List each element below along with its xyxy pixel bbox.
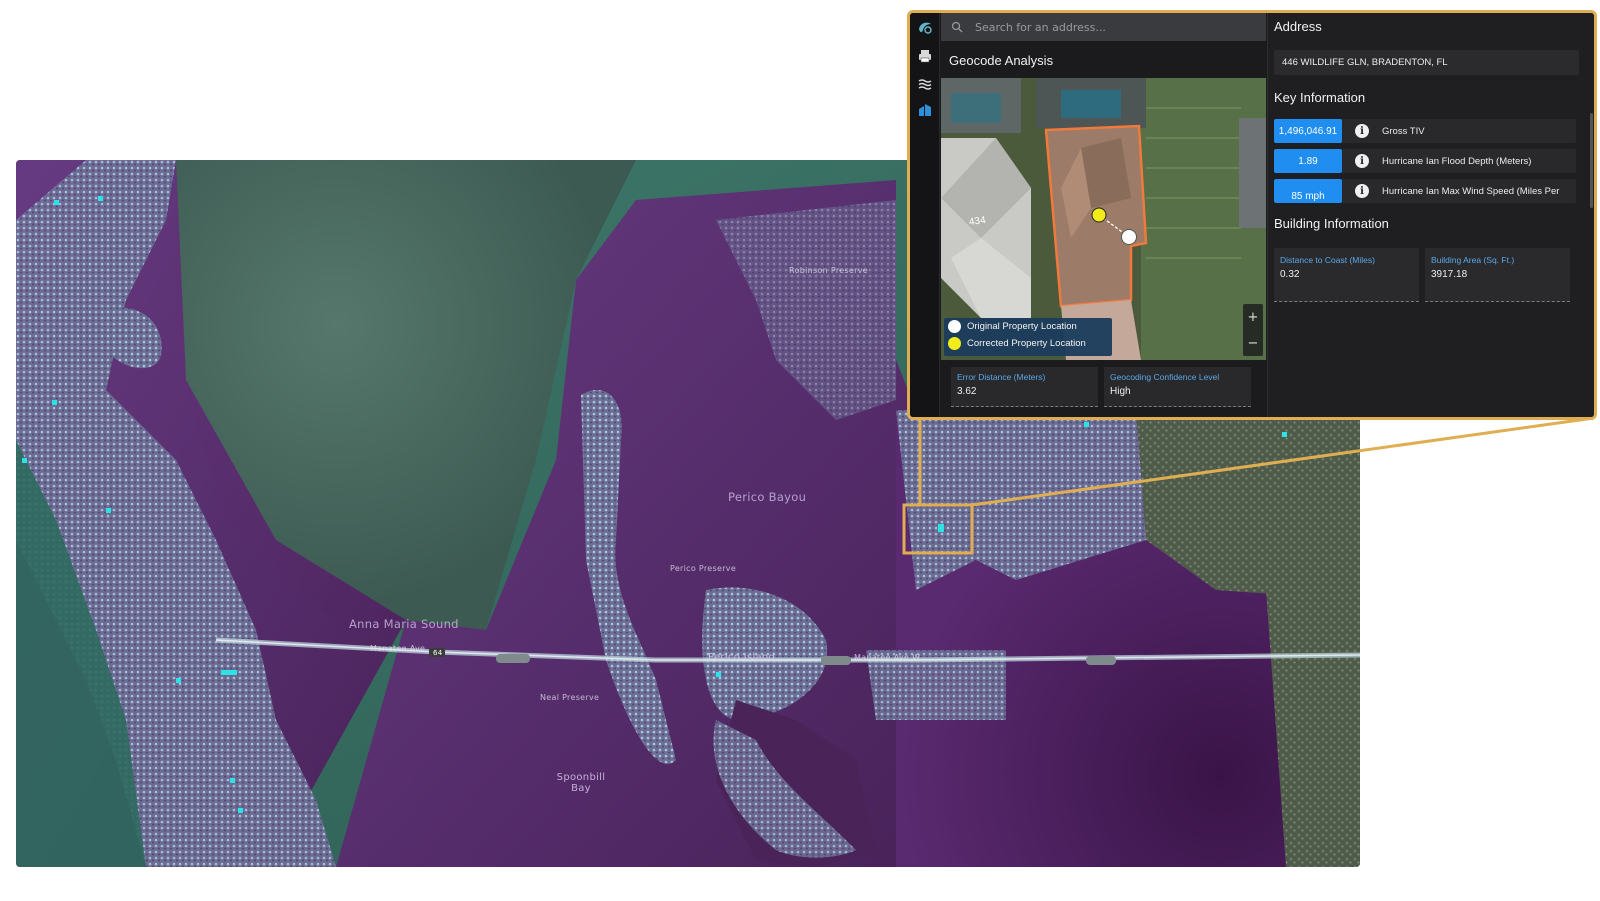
key-row-wind-speed: 85 mph i Hurricane Ian Max Wind Speed (M… bbox=[1274, 179, 1576, 203]
search-input[interactable] bbox=[973, 19, 1243, 35]
map-label-perico-island: Perico Island bbox=[708, 652, 776, 663]
building-icon[interactable] bbox=[916, 101, 934, 119]
zoom-out-button[interactable]: − bbox=[1243, 330, 1263, 356]
search-icon bbox=[951, 18, 963, 37]
key-row-gross-tiv: 1,496,046.91 i Gross TIV bbox=[1274, 119, 1576, 143]
confidence-level-value: High bbox=[1110, 386, 1131, 397]
gross-tiv-value: 1,496,046.91 bbox=[1274, 119, 1342, 143]
map-label-neal-preserve: Neal Preserve bbox=[540, 693, 600, 702]
legend-item-corrected: Corrected Property Location bbox=[944, 335, 1112, 352]
info-icon[interactable]: i bbox=[1355, 154, 1369, 168]
gross-tiv-label: Gross TIV bbox=[1382, 125, 1425, 137]
info-icon[interactable]: i bbox=[1355, 124, 1369, 138]
search-bar[interactable] bbox=[941, 13, 1266, 41]
address-field[interactable]: 446 WILDLIFE GLN, BRADENTON, FL bbox=[1274, 50, 1579, 75]
building-area-card: Building Area (Sq. Ft.) 3917.18 bbox=[1425, 248, 1570, 302]
zoom-control: + − bbox=[1243, 304, 1263, 356]
confidence-level-label: Geocoding Confidence Level bbox=[1110, 372, 1220, 382]
wind-speed-value: 85 mph bbox=[1274, 179, 1342, 203]
geocode-column: Geocode Analysis bbox=[941, 13, 1266, 417]
map-label-manatee-ave-w: Manatee Ave W bbox=[854, 653, 921, 662]
key-info-scrollbar[interactable] bbox=[1590, 113, 1593, 208]
side-rail bbox=[910, 13, 940, 417]
route-64-shield: 64 bbox=[433, 649, 443, 657]
building-information-title: Building Information bbox=[1274, 216, 1592, 237]
white-dot-icon bbox=[948, 320, 961, 333]
wind-speed-label: Hurricane Ian Max Wind Speed (Miles Per bbox=[1382, 185, 1560, 197]
zoom-in-button[interactable]: + bbox=[1243, 304, 1263, 330]
map-label-perico-preserve: Perico Preserve bbox=[670, 564, 737, 573]
building-area-value: 3917.18 bbox=[1431, 269, 1468, 280]
legend-item-original: Original Property Location bbox=[944, 318, 1112, 335]
property-details-column: Address 446 WILDLIFE GLN, BRADENTON, FL … bbox=[1267, 13, 1594, 417]
geocode-analysis-title: Geocode Analysis bbox=[949, 53, 1054, 68]
original-location-marker[interactable] bbox=[1121, 229, 1137, 245]
flood-depth-value: 1.89 bbox=[1274, 149, 1342, 173]
geocode-map[interactable]: 434 Original Property Location Corrected… bbox=[941, 78, 1266, 360]
legend-label-corrected: Corrected Property Location bbox=[967, 338, 1086, 349]
print-icon[interactable] bbox=[916, 47, 934, 65]
map-legend: Original Property Location Corrected Pro… bbox=[944, 318, 1112, 356]
map-label-robinson-preserve: Robinson Preserve bbox=[789, 266, 868, 275]
yellow-dot-icon bbox=[948, 337, 961, 350]
confidence-level-card: Geocoding Confidence Level High bbox=[1104, 367, 1251, 407]
corrected-location-marker[interactable] bbox=[1091, 207, 1107, 223]
info-icon[interactable]: i bbox=[1355, 184, 1369, 198]
address-title: Address bbox=[1274, 19, 1322, 34]
map-label-manatee-ave: Manatee Ave bbox=[370, 644, 426, 653]
key-row-flood-depth: 1.89 i Hurricane Ian Flood Depth (Meters… bbox=[1274, 149, 1576, 173]
layers-icon[interactable] bbox=[916, 75, 934, 93]
logo-icon[interactable] bbox=[916, 19, 934, 37]
flood-depth-label: Hurricane Ian Flood Depth (Meters) bbox=[1382, 155, 1532, 167]
house-number-label: 434 bbox=[968, 214, 987, 229]
legend-label-original: Original Property Location bbox=[967, 321, 1077, 332]
building-area-label: Building Area (Sq. Ft.) bbox=[1431, 255, 1515, 265]
error-distance-label: Error Distance (Meters) bbox=[957, 372, 1046, 382]
distance-to-coast-card: Distance to Coast (Miles) 0.32 bbox=[1274, 248, 1419, 302]
distance-to-coast-value: 0.32 bbox=[1280, 269, 1300, 280]
property-analysis-panel: Geocode Analysis bbox=[907, 10, 1597, 420]
geocode-stats: Error Distance (Meters) 3.62 Geocoding C… bbox=[951, 367, 1251, 407]
map-label-perico-bayou: Perico Bayou bbox=[728, 490, 807, 504]
map-label-anna-maria-sound: Anna Maria Sound bbox=[349, 617, 459, 631]
key-information-title: Key Information bbox=[1274, 90, 1366, 105]
error-distance-card: Error Distance (Meters) 3.62 bbox=[951, 367, 1098, 407]
distance-to-coast-label: Distance to Coast (Miles) bbox=[1280, 255, 1375, 265]
map-label-spoonbill-bay: Spoonbill Bay bbox=[556, 772, 606, 794]
error-distance-value: 3.62 bbox=[957, 386, 977, 397]
